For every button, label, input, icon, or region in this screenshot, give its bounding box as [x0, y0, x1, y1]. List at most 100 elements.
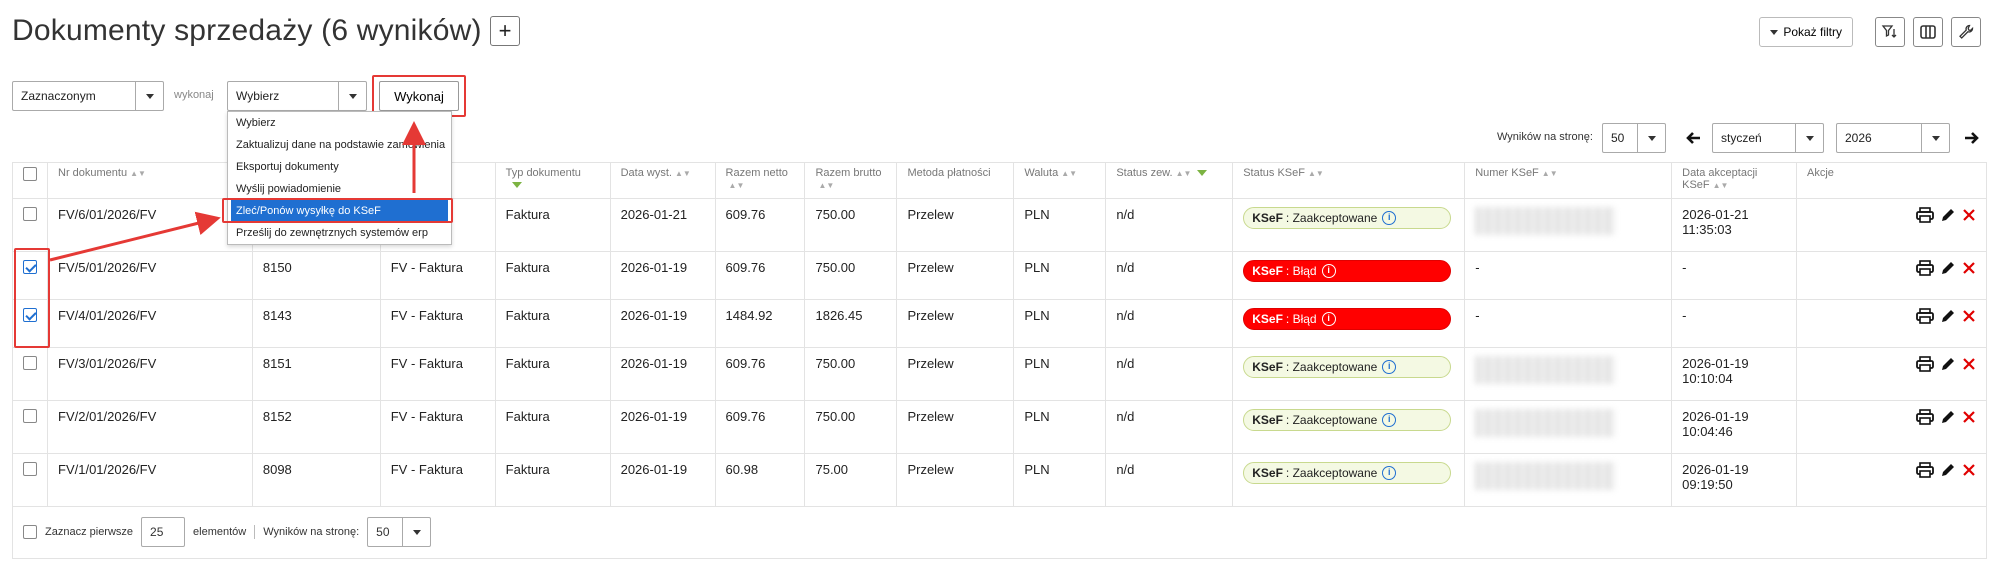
dropdown-option[interactable]: Prześlij do zewnętrznych systemów erp: [228, 222, 451, 244]
edit-pencil-icon[interactable]: [1940, 356, 1956, 375]
payment-method: Przelew: [896, 299, 1015, 348]
month-select[interactable]: styczeń: [1712, 123, 1824, 153]
ksef-status-badge[interactable]: KSeF: Zaakceptowane i: [1243, 207, 1452, 229]
add-document-button[interactable]: +: [490, 16, 520, 46]
delete-icon[interactable]: [1962, 261, 1976, 278]
show-filters-button[interactable]: Pokaż filtry: [1759, 17, 1853, 47]
page-title: Dokumenty sprzedaży (6 wyników): [12, 14, 482, 47]
net-total: 609.76: [714, 347, 806, 401]
bulk-action-value: Wybierz: [236, 89, 280, 103]
doc-id: 8098: [251, 453, 381, 507]
ksef-status-badge[interactable]: KSeF: Błąd i: [1243, 260, 1452, 282]
edit-pencil-icon[interactable]: [1940, 409, 1956, 428]
print-icon[interactable]: [1916, 356, 1934, 375]
edit-pencil-icon[interactable]: [1940, 207, 1956, 226]
row-select-cell[interactable]: [12, 453, 48, 507]
currency: PLN: [1013, 251, 1107, 300]
print-icon[interactable]: [1916, 409, 1934, 428]
select-all-checkbox[interactable]: [23, 167, 37, 181]
caret-down-icon: [145, 93, 154, 99]
payment-method: Przelew: [896, 198, 1015, 252]
row-checkbox[interactable]: [23, 207, 37, 221]
row-checkbox[interactable]: [23, 409, 37, 423]
row-checkbox[interactable]: [23, 356, 37, 370]
year-select[interactable]: 2026: [1836, 123, 1950, 153]
table-row[interactable]: FV/4/01/2026/FV 8143 FV - Faktura Faktura 20…: [12, 299, 1987, 348]
ksef-status-badge[interactable]: KSeF: Błąd i: [1243, 308, 1452, 330]
columns-button[interactable]: [1913, 17, 1943, 47]
header-select-all[interactable]: [12, 162, 48, 199]
bulk-action-select[interactable]: Wybierz: [227, 81, 367, 111]
print-icon[interactable]: [1916, 260, 1934, 279]
show-filters-label: Pokaż filtry: [1783, 25, 1842, 39]
print-icon[interactable]: [1916, 207, 1934, 226]
ksef-number-blurred: [1475, 356, 1616, 384]
header-currency[interactable]: Waluta ▲▼: [1013, 162, 1107, 199]
row-checkbox[interactable]: [23, 462, 37, 476]
delete-icon[interactable]: [1962, 410, 1976, 427]
select-first-input[interactable]: 25: [141, 517, 186, 547]
header-ksef-accept-date[interactable]: Data akceptacji KSeF ▲▼: [1671, 162, 1798, 199]
payment-method: Przelew: [896, 251, 1015, 300]
dropdown-option[interactable]: Wyślij powiadomienie: [228, 178, 451, 200]
info-icon[interactable]: i: [1321, 264, 1336, 278]
delete-icon[interactable]: [1962, 357, 1976, 374]
ksef-status-badge[interactable]: KSeF: Zaakceptowane i: [1243, 356, 1452, 378]
header-type[interactable]: Typ dokumentu: [494, 162, 611, 199]
ksef-number: -: [1464, 251, 1673, 300]
next-month-icon[interactable]: [1964, 130, 1980, 146]
edit-pencil-icon[interactable]: [1940, 260, 1956, 279]
header-gross[interactable]: Razem brutto ▲▼: [804, 162, 898, 199]
per-page-select[interactable]: 50: [1602, 123, 1666, 153]
delete-icon[interactable]: [1962, 463, 1976, 480]
info-icon[interactable]: i: [1321, 312, 1336, 326]
ksef-status-badge[interactable]: KSeF: Zaakceptowane i: [1243, 409, 1452, 431]
prev-month-icon[interactable]: [1685, 130, 1701, 146]
select-first-checkbox[interactable]: [23, 525, 37, 539]
header-date[interactable]: Data wyst. ▲▼: [609, 162, 716, 199]
info-icon[interactable]: i: [1382, 360, 1397, 374]
header-ksef-status[interactable]: Status KSeF ▲▼: [1232, 162, 1466, 199]
caret-down-icon: [412, 529, 421, 535]
dropdown-option[interactable]: Zaktualizuj dane na podstawie zamówienia: [228, 134, 451, 156]
header-nr[interactable]: Nr dokumentu ▲▼: [47, 162, 253, 199]
info-icon[interactable]: i: [1382, 413, 1397, 427]
edit-pencil-icon[interactable]: [1940, 462, 1956, 481]
dropdown-option[interactable]: Eksportuj dokumenty: [228, 156, 451, 178]
table-row[interactable]: FV/1/01/2026/FV 8098 FV - Faktura Faktura 20…: [12, 453, 1987, 507]
ksef-status-cell: KSeF: Zaakceptowane i: [1232, 400, 1466, 454]
table-row[interactable]: FV/2/01/2026/FV 8152 FV - Faktura Faktura 20…: [12, 400, 1987, 454]
footer-per-page-select[interactable]: 50: [367, 517, 432, 547]
info-icon[interactable]: i: [1382, 211, 1397, 225]
row-select-cell[interactable]: [12, 347, 48, 401]
dropdown-option[interactable]: Wybierz: [228, 112, 451, 134]
settings-button[interactable]: [1951, 17, 1981, 47]
edit-pencil-icon[interactable]: [1940, 308, 1956, 327]
caret-down-icon: [348, 93, 357, 99]
delete-icon[interactable]: [1962, 309, 1976, 326]
print-icon[interactable]: [1916, 462, 1934, 481]
bulk-scope-value: Zaznaczonym: [21, 89, 96, 103]
caret-down-icon: [1805, 135, 1814, 141]
print-icon[interactable]: [1916, 308, 1934, 327]
ksef-status-badge[interactable]: KSeF: Zaakceptowane i: [1243, 462, 1452, 484]
doc-type: Faktura: [494, 299, 611, 348]
payment-method: Przelew: [896, 400, 1015, 454]
filter-active-icon[interactable]: [1197, 170, 1208, 177]
table-footer: Zaznacz pierwsze 25 elementów Wyników na…: [12, 507, 1987, 559]
filter-sort-button[interactable]: [1875, 17, 1905, 47]
ksef-accept-date: 2026-01-19 09:19:50: [1671, 453, 1798, 507]
table-row[interactable]: FV/5/01/2026/FV 8150 FV - Faktura Faktura 20…: [12, 251, 1987, 300]
header-ext-status[interactable]: Status zew. ▲▼: [1105, 162, 1234, 199]
doc-id: 8152: [251, 400, 381, 454]
header-net[interactable]: Razem netto ▲▼: [714, 162, 806, 199]
delete-icon[interactable]: [1962, 208, 1976, 225]
header-ksef-number[interactable]: Numer KSeF ▲▼: [1464, 162, 1673, 199]
row-select-cell[interactable]: [12, 400, 48, 454]
info-icon[interactable]: i: [1382, 466, 1397, 480]
row-select-cell[interactable]: [12, 198, 48, 252]
doc-series: FV - Faktura: [379, 251, 496, 300]
bulk-scope-select[interactable]: Zaznaczonym: [12, 81, 164, 111]
filter-active-icon[interactable]: [511, 182, 522, 189]
table-row[interactable]: FV/3/01/2026/FV 8151 FV - Faktura Faktura 20…: [12, 347, 1987, 401]
